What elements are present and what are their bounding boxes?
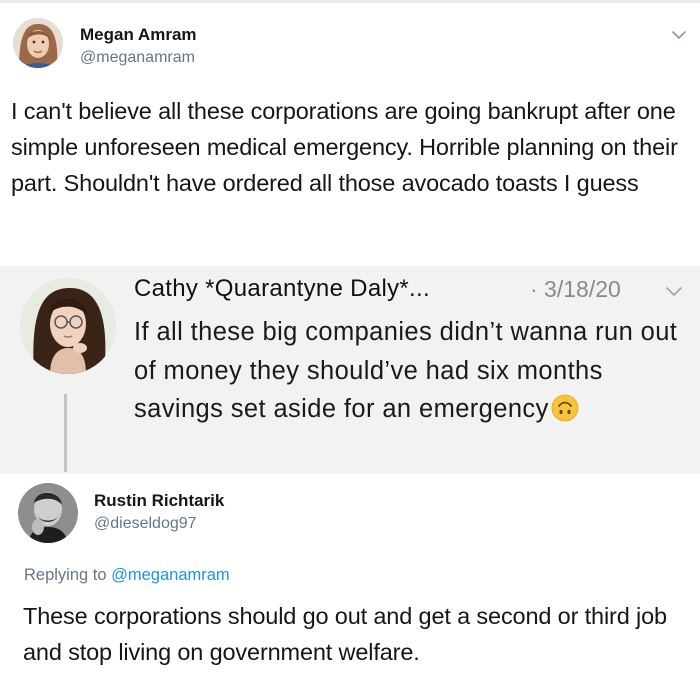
timestamp[interactable]: · 3/18/20 (530, 276, 621, 303)
mention-link[interactable]: @meganamram (111, 566, 230, 584)
top-divider (0, 0, 700, 3)
avatar[interactable] (13, 18, 63, 68)
reply-text: If all these big companies didn’t wanna … (134, 313, 694, 429)
tweet-text: These corporations should go out and get… (23, 603, 667, 665)
avatar[interactable] (20, 278, 116, 374)
replying-to-label: Replying to (24, 566, 112, 584)
thread-line (64, 394, 67, 472)
avatar[interactable] (18, 483, 78, 543)
reply-text-body: If all these big companies didn’t wanna … (134, 318, 678, 423)
author-name[interactable]: Cathy *Quarantyne Daly*... (134, 275, 430, 303)
upside-down-face-emoji-icon (551, 394, 579, 422)
chevron-down-icon[interactable] (663, 280, 685, 302)
chevron-down-icon[interactable] (670, 26, 688, 44)
author-handle[interactable]: @meganamram (80, 49, 195, 67)
author-name[interactable]: Megan Amram (80, 25, 197, 45)
author-handle[interactable]: @dieseldog97 (94, 515, 197, 533)
tweet-text: I can't believe all these corporations a… (11, 98, 678, 196)
author-name[interactable]: Rustin Richtarik (94, 491, 224, 511)
replying-to: Replying to @meganamram (24, 566, 230, 585)
